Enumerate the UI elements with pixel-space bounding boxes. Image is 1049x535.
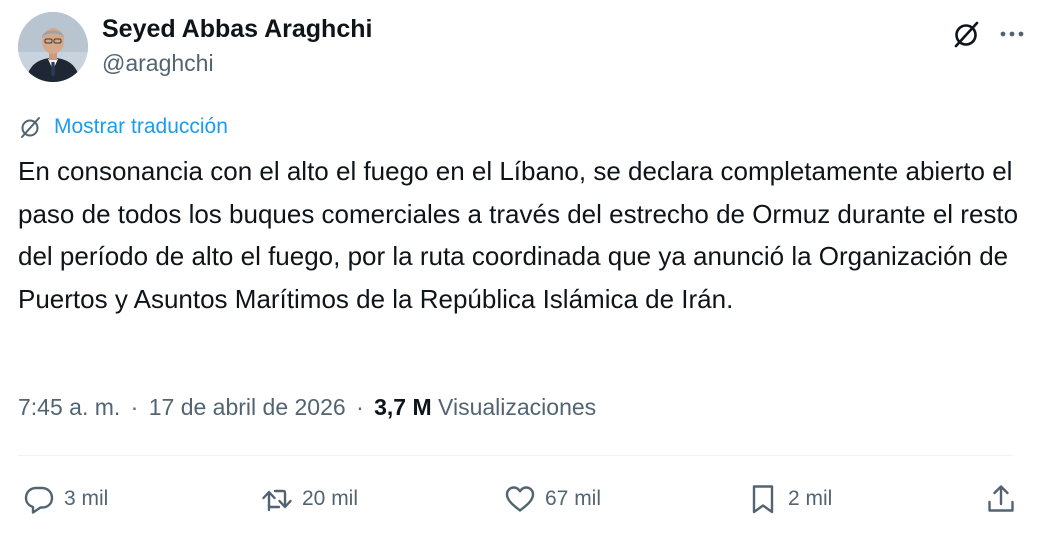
bookmark-button[interactable]: 2 mil	[746, 476, 832, 522]
more-horizontal-icon	[1000, 31, 1024, 37]
repost-icon	[262, 489, 292, 512]
like-count: 67 mil	[545, 487, 602, 510]
author-info: Seyed Abbas Araghchi @araghchi	[102, 14, 372, 77]
repost-count: 20 mil	[302, 487, 359, 510]
avatar-image	[18, 12, 88, 82]
reply-count: 3 mil	[64, 487, 109, 510]
tweet-actions: 3 mil 20 mil 67 mil 2 mil	[0, 476, 1049, 522]
bookmark-icon	[752, 485, 774, 514]
meta-separator: ·	[130, 394, 139, 420]
tweet-time[interactable]: 7:45 a. m.	[18, 394, 120, 420]
divider	[18, 455, 1013, 456]
share-icon	[988, 485, 1014, 512]
tweet-date[interactable]: 17 de abril de 2026	[149, 394, 346, 420]
top-actions	[951, 18, 1027, 50]
meta-separator: ·	[356, 394, 364, 420]
tweet-text: En consonancia con el alto el fuego en e…	[18, 156, 1019, 314]
share-button[interactable]	[984, 476, 1018, 522]
author-display-name[interactable]: Seyed Abbas Araghchi	[102, 14, 372, 44]
grok-button[interactable]	[951, 18, 983, 50]
reply-icon	[24, 486, 54, 514]
like-button[interactable]: 67 mil	[503, 476, 601, 522]
avatar[interactable]	[18, 12, 88, 82]
repost-button[interactable]: 20 mil	[260, 476, 358, 522]
views-count[interactable]: 3,7 M	[374, 394, 432, 420]
tweet-meta: 7:45 a. m. · 17 de abril de 2026 · 3,7 M…	[18, 392, 596, 422]
tweet-card: Seyed Abbas Araghchi @araghchi Mostrar t…	[0, 0, 1049, 535]
heart-icon	[505, 486, 535, 512]
grok-slash-icon	[954, 21, 979, 48]
author-handle[interactable]: @araghchi	[102, 49, 372, 77]
grok-slash-icon	[21, 117, 40, 138]
reply-button[interactable]: 3 mil	[22, 476, 108, 522]
bookmark-count: 2 mil	[788, 487, 833, 510]
show-translation-button[interactable]: Mostrar traducción	[18, 114, 228, 140]
views-label: Visualizaciones	[438, 394, 597, 420]
show-translation-label: Mostrar traducción	[54, 115, 228, 138]
more-button[interactable]	[997, 19, 1027, 49]
